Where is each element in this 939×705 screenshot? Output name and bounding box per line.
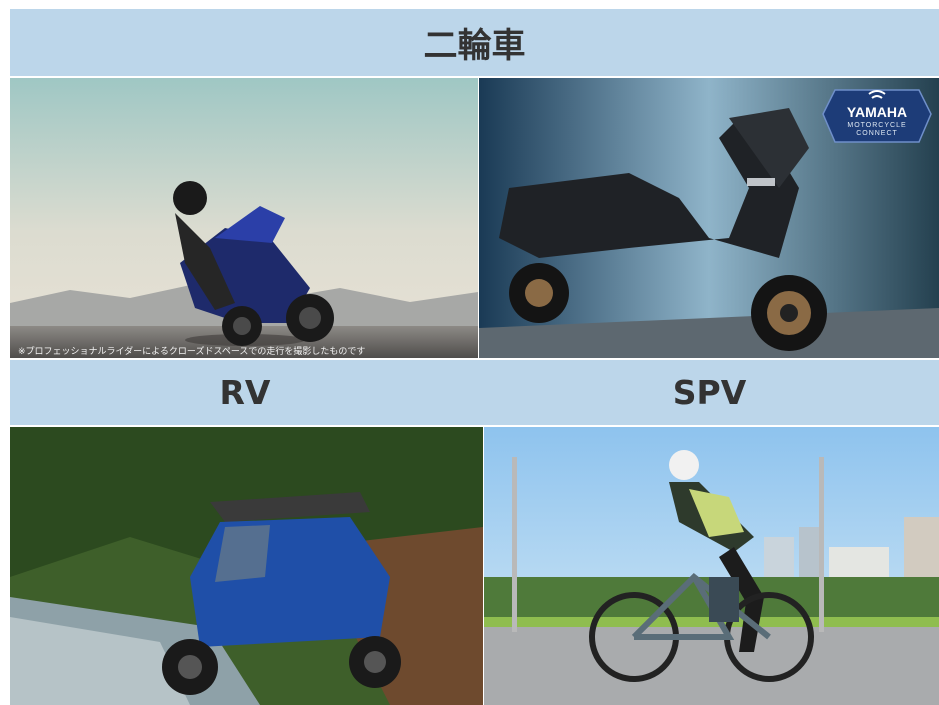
e-bike-rider-illustration [484, 427, 939, 705]
sport-bike-illustration [10, 78, 478, 358]
motorcycle-section-title: 二輪車 [423, 26, 526, 66]
motorcycle-section-banner: 二輪車 [10, 9, 939, 76]
sport-bike-photo[interactable]: ※プロフェッショナルライダーによるクローズドスペースでの走行を撮影したものです [10, 78, 478, 358]
badge-line-1: MOTORCYCLE [847, 122, 907, 129]
rv-section-title: RV [219, 373, 271, 412]
spv-section-banner: SPV [480, 360, 939, 425]
badge-brand-name: YAMAHA [846, 104, 908, 120]
rv-section-banner: RV [10, 360, 480, 425]
scooter-photo[interactable]: YAMAHA MOTORCYCLE CONNECT [479, 78, 939, 358]
e-bike-photo[interactable] [484, 427, 939, 705]
sport-photo-disclaimer: ※プロフェッショナルライダーによるクローズドスペースでの走行を撮影したものです [18, 347, 366, 357]
badge-line-2: CONNECT [856, 130, 898, 137]
spv-section-title: SPV [672, 373, 747, 412]
rv-photo[interactable] [10, 427, 483, 705]
yamaha-motorcycle-connect-badge: YAMAHA MOTORCYCLE CONNECT [821, 82, 933, 146]
side-by-side-vehicle-illustration [10, 427, 483, 705]
